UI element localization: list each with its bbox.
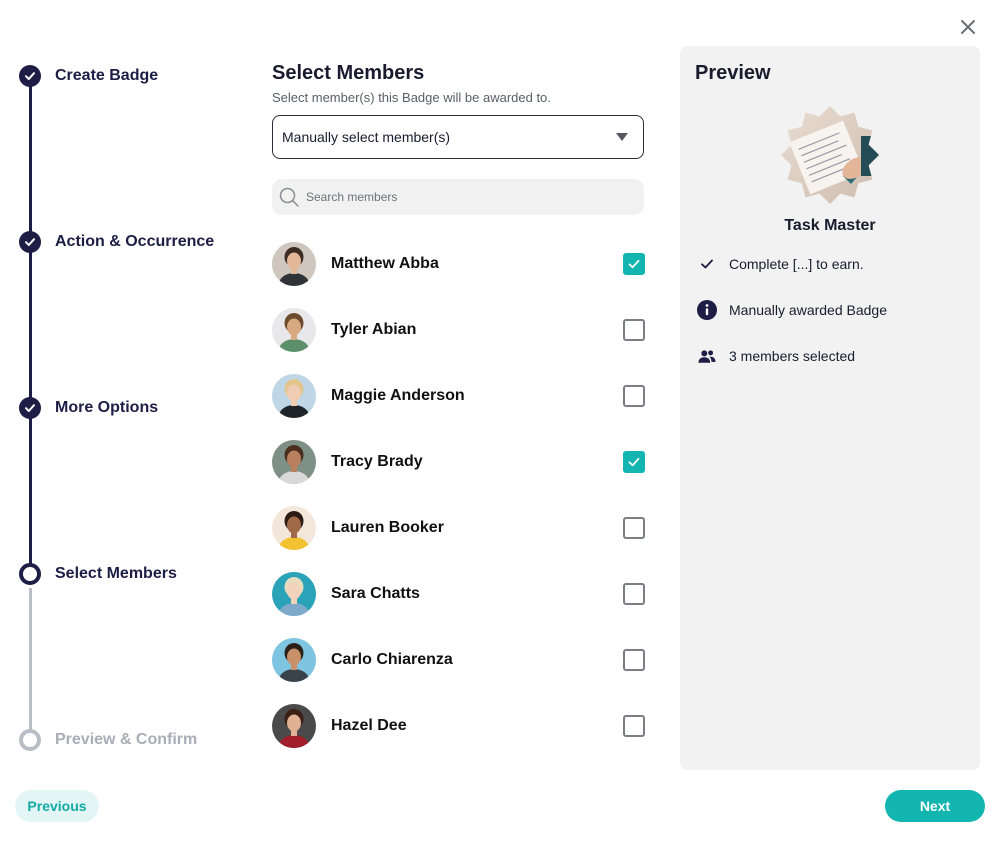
check-icon <box>628 457 640 467</box>
info-icon <box>696 299 718 321</box>
close-icon <box>961 20 975 34</box>
member-name: Lauren Booker <box>331 519 444 536</box>
member-row[interactable]: Lauren Booker <box>272 495 646 561</box>
member-checkbox[interactable] <box>623 517 645 539</box>
step-create-badge[interactable]: Create Badge <box>18 63 158 89</box>
member-checkbox[interactable] <box>623 649 645 671</box>
member-avatar <box>272 572 316 616</box>
step-label: Action & Occurrence <box>55 233 215 250</box>
member-selection-dropdown[interactable]: Manually select member(s) <box>272 115 644 159</box>
member-name: Carlo Chiarenza <box>331 651 453 668</box>
step-select-members[interactable]: Select Members <box>18 561 177 587</box>
award-type-text: Manually awarded Badge <box>729 302 887 318</box>
member-checkbox[interactable] <box>623 253 645 275</box>
search-icon <box>279 187 299 207</box>
member-avatar <box>272 506 316 550</box>
criteria-text: Complete [...] to earn. <box>729 256 864 272</box>
member-row[interactable] <box>272 759 646 770</box>
step-label: More Options <box>55 399 159 416</box>
stepper-line-pending <box>29 588 32 738</box>
member-avatar <box>272 374 316 418</box>
check-icon <box>696 253 718 275</box>
member-avatar <box>272 308 316 352</box>
member-name: Sara Chatts <box>331 585 420 602</box>
preview-panel: Preview Task Master Complete [...] to ea… <box>680 46 980 770</box>
member-name: Hazel Dee <box>331 717 407 734</box>
check-icon <box>628 259 640 269</box>
member-row[interactable]: Hazel Dee <box>272 693 646 759</box>
selected-count-row: 3 members selected <box>696 345 855 367</box>
step-current-dot <box>19 563 41 585</box>
member-name: Matthew Abba <box>331 255 439 272</box>
step-label: Select Members <box>55 565 177 582</box>
member-row[interactable]: Sara Chatts <box>272 561 646 627</box>
step-done-check-icon <box>19 65 41 87</box>
step-preview-confirm[interactable]: Preview & Confirm <box>18 727 197 753</box>
section-title: Select Members <box>272 62 425 84</box>
dropdown-value: Manually select member(s) <box>282 129 451 145</box>
step-more-options[interactable]: More Options <box>18 395 158 421</box>
step-pending-dot <box>19 729 41 751</box>
member-list: Matthew Abba Tyler Abian Maggie Anderson Tr… <box>272 231 646 770</box>
member-avatar <box>272 440 316 484</box>
step-done-check-icon <box>19 231 41 253</box>
section-subtitle: Select member(s) this Badge will be awar… <box>272 90 551 105</box>
step-done-check-icon <box>19 397 41 419</box>
selected-count-text: 3 members selected <box>729 348 856 364</box>
member-name: Maggie Anderson <box>331 387 465 404</box>
member-avatar <box>272 638 316 682</box>
step-label: Create Badge <box>55 67 159 84</box>
close-button[interactable] <box>956 15 980 39</box>
member-row[interactable]: Tyler Abian <box>272 297 646 363</box>
member-row[interactable]: Matthew Abba <box>272 231 646 297</box>
preview-title: Preview <box>695 62 771 84</box>
members-section: Select Members Select member(s) this Bad… <box>272 60 646 770</box>
badge-name: Task Master <box>784 217 876 234</box>
previous-button[interactable]: Previous <box>15 790 99 822</box>
member-checkbox[interactable] <box>623 451 645 473</box>
search-input[interactable] <box>306 190 626 204</box>
member-checkbox[interactable] <box>623 715 645 737</box>
users-icon <box>696 345 718 367</box>
member-avatar <box>272 242 316 286</box>
member-row[interactable]: Tracy Brady <box>272 429 646 495</box>
member-checkbox[interactable] <box>623 319 645 341</box>
criteria-row: Complete [...] to earn. <box>696 253 864 275</box>
member-row[interactable]: Maggie Anderson <box>272 363 646 429</box>
member-avatar <box>272 704 316 748</box>
member-row[interactable]: Carlo Chiarenza <box>272 627 646 693</box>
badge-image <box>781 106 879 204</box>
member-checkbox[interactable] <box>623 583 645 605</box>
step-action-occurrence[interactable]: Action & Occurrence <box>18 229 214 255</box>
step-label: Preview & Confirm <box>55 731 198 748</box>
search-bar[interactable] <box>272 179 644 215</box>
progress-stepper: Create Badge Action & Occurrence More Op… <box>18 62 248 762</box>
chevron-down-icon <box>616 133 628 141</box>
member-name: Tracy Brady <box>331 453 423 470</box>
stepper-line-complete <box>29 76 32 574</box>
award-type-row: Manually awarded Badge <box>696 299 887 321</box>
member-name: Tyler Abian <box>331 321 417 338</box>
next-button[interactable]: Next <box>885 790 985 822</box>
member-checkbox[interactable] <box>623 385 645 407</box>
